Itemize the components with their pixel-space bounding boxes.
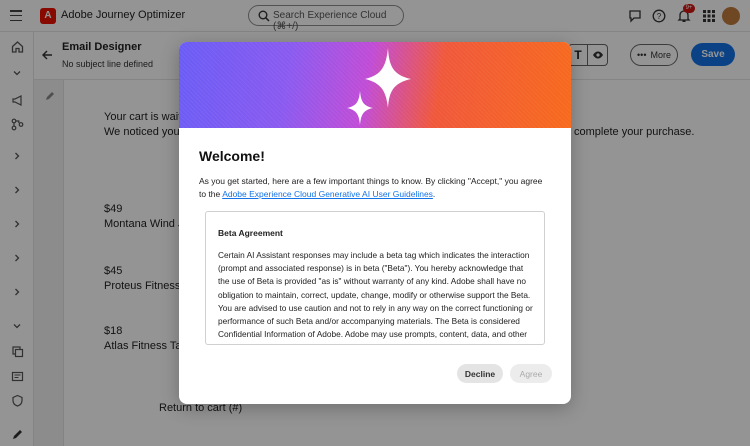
guidelines-link[interactable]: Adobe Experience Cloud Generative AI Use…: [222, 189, 433, 199]
beta-agreement-box[interactable]: Beta Agreement Certain AI Assistant resp…: [205, 211, 545, 345]
intro-end: .: [432, 189, 436, 199]
agreement-body: Certain AI Assistant responses may inclu…: [218, 250, 533, 344]
hero-banner: [179, 42, 571, 128]
dialog-title: Welcome!: [199, 148, 265, 164]
sparkle-icon: [347, 48, 411, 125]
decline-button[interactable]: Decline: [457, 364, 503, 383]
agree-button[interactable]: Agree: [510, 364, 552, 383]
agreement-title: Beta Agreement: [218, 228, 283, 238]
welcome-dialog: Welcome! As you get started, here are a …: [179, 42, 571, 404]
dialog-intro: As you get started, here are a few impor…: [199, 175, 551, 201]
